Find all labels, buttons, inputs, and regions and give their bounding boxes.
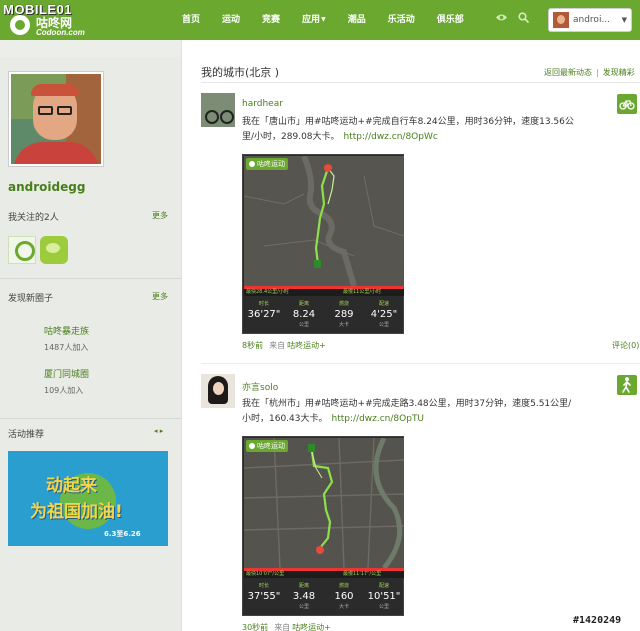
activity-banner[interactable]: 动起来 为祖国加油! 6.3至6.26	[8, 451, 168, 546]
stat-calories: 燃烧 160 大卡	[334, 583, 354, 610]
circle-name[interactable]: 厦门同城圈	[44, 367, 89, 380]
post-source-link[interactable]: 咕咚运动+	[287, 341, 326, 350]
page-title: 我的城市(北京 )	[201, 66, 280, 79]
pace-slowest: 最慢11'17"/公里	[343, 571, 382, 577]
route-map: 咕咚运动	[244, 438, 404, 568]
stat-calories: 燃烧 289 大卡	[334, 301, 354, 328]
divider	[0, 418, 181, 419]
banner-dates: 6.3至6.26	[104, 530, 141, 538]
stat-distance: 距离 8.24 公里	[292, 301, 316, 328]
banner-subline: 为祖国加油!	[30, 502, 123, 522]
route-map-svg	[244, 156, 404, 286]
nav-sport[interactable]: 运动	[222, 0, 240, 40]
banner-headline: 动起来	[46, 476, 97, 496]
top-nav-bar: MOBILE01 咕咚网 Codoon.com 首页 运动 竞赛 应用 ▼ 潮品 …	[0, 0, 640, 40]
nav-race[interactable]: 竞赛	[262, 0, 280, 40]
pace-slowest: 最慢11公里/小时	[343, 289, 382, 295]
discover-link[interactable]: 发现精彩	[603, 68, 635, 77]
stat-duration: 时长 37'55"	[247, 583, 281, 602]
search-icon[interactable]	[518, 12, 529, 23]
stat-pace: 配速 10'51" 公里	[367, 583, 401, 610]
post-time[interactable]: 30秒前	[242, 623, 268, 631]
nav-events[interactable]: 乐活动	[388, 0, 415, 40]
divider	[201, 82, 640, 83]
following-title: 我关注的2人	[8, 213, 59, 223]
nav-home[interactable]: 首页	[182, 0, 200, 40]
sidebar: androidegg 我关注的2人 更多 发现新圈子 更多 咕咚暴走族 1487…	[0, 40, 181, 631]
post-text: 我在「杭州市」用#咕咚运动+#完成走路3.48公里，用时37分钟，速度5.51公…	[242, 399, 572, 424]
avatar[interactable]	[201, 93, 235, 127]
post-time[interactable]: 8秒前	[242, 341, 263, 350]
comment-link[interactable]: 评论(0)	[612, 340, 639, 351]
codoon-logo-icon	[10, 15, 30, 35]
profile-avatar[interactable]	[8, 71, 104, 167]
feed-header-links: 返回最新动态 | 发现精彩	[544, 67, 635, 78]
stat-duration: 时长 36'27"	[247, 301, 281, 320]
post-source-link[interactable]: 咕咚运动+	[292, 623, 331, 631]
route-map-svg	[244, 438, 404, 568]
post-meta: 30秒前 来自 咕咚运动+	[242, 623, 331, 631]
user-menu[interactable]: androi... ▼	[548, 8, 632, 32]
main-feed: 我的城市(北京 ) 返回最新动态 | 发现精彩 hardhear 我在「唐山市」用#…	[181, 40, 640, 631]
stat-pace: 配速 4'25" 公里	[370, 301, 398, 328]
nav-products[interactable]: 潮品	[348, 0, 366, 40]
map-brand-badge: 咕咚运动	[246, 158, 288, 170]
followed-user-avatar[interactable]	[40, 236, 68, 264]
nav-clubs[interactable]: 俱乐部	[437, 0, 464, 40]
back-to-latest-link[interactable]: 返回最新动态	[544, 68, 592, 77]
chevron-down-icon: ▼	[621, 16, 627, 24]
chevron-down-icon: ▼	[321, 16, 326, 23]
post-text: 我在「唐山市」用#咕咚运动+#完成自行车8.24公里，用时36分钟，速度13.5…	[242, 117, 574, 142]
walking-icon	[617, 375, 637, 395]
brand-logo[interactable]: MOBILE01 咕咚网 Codoon.com	[0, 0, 120, 40]
circle-member-count: 1487人加入	[44, 343, 89, 352]
pace-fastest: 最快28.4公里/小时	[246, 289, 289, 295]
profile-name[interactable]: androidegg	[8, 180, 85, 194]
post-link[interactable]: http://dwz.cn/8OpTU	[332, 414, 425, 424]
image-watermark: #1420249	[573, 615, 622, 626]
post-username[interactable]: 亦言solo	[242, 380, 278, 393]
profile-photo	[11, 74, 101, 164]
link-separator: |	[596, 68, 599, 77]
carousel-arrows-icon[interactable]: ◂ ▸	[154, 427, 163, 435]
workout-stats: 时长 37'55" 距离 3.48 公里 燃烧 160 大卡 配速 10'51" 公里	[244, 579, 404, 616]
stat-distance: 距离 3.48 公里	[292, 583, 316, 610]
pace-fastest: 最快10'07"/公里	[246, 571, 285, 577]
circle-name[interactable]: 咕咚暴走族	[44, 324, 89, 337]
route-map-card[interactable]: 咕咚运动 最快28.4公里/小时 最慢11公里/小时 时长 36'27" 距离 8.…	[242, 154, 404, 334]
circles-more-link[interactable]: 更多	[152, 291, 168, 302]
nav-apps[interactable]: 应用 ▼	[302, 0, 326, 40]
eye-icon[interactable]	[496, 13, 507, 22]
route-map: 咕咚运动	[244, 156, 404, 286]
activity-title: 活动推荐	[8, 430, 45, 440]
sidebar-top-strip	[0, 40, 181, 57]
post-username[interactable]: hardhear	[242, 99, 283, 109]
circles-title: 发现新圈子	[8, 294, 54, 304]
logo-en-text: Codoon.com	[36, 28, 85, 37]
workout-stats: 时长 36'27" 距离 8.24 公里 燃烧 289 大卡 配速 4'25" 公里	[244, 297, 404, 334]
bicycle-icon	[617, 94, 637, 114]
main-nav: 首页 运动 竞赛 应用 ▼ 潮品 乐活动 俱乐部	[182, 0, 486, 40]
divider	[0, 278, 181, 279]
map-brand-badge: 咕咚运动	[246, 440, 288, 452]
user-name: androi...	[573, 15, 611, 25]
route-map-card[interactable]: 咕咚运动 最快10'07"/公里 最慢11'17"/公里 时长 37'55" 距离…	[242, 436, 404, 616]
avatar	[553, 12, 569, 28]
followed-user-avatar[interactable]	[8, 236, 36, 264]
divider	[201, 363, 640, 364]
following-more-link[interactable]: 更多	[152, 210, 168, 221]
post-meta: 8秒前 来自 咕咚运动+	[242, 341, 326, 350]
circle-member-count: 109人加入	[44, 386, 84, 395]
avatar[interactable]	[201, 374, 235, 408]
post-link[interactable]: http://dwz.cn/8OpWc	[344, 132, 438, 142]
